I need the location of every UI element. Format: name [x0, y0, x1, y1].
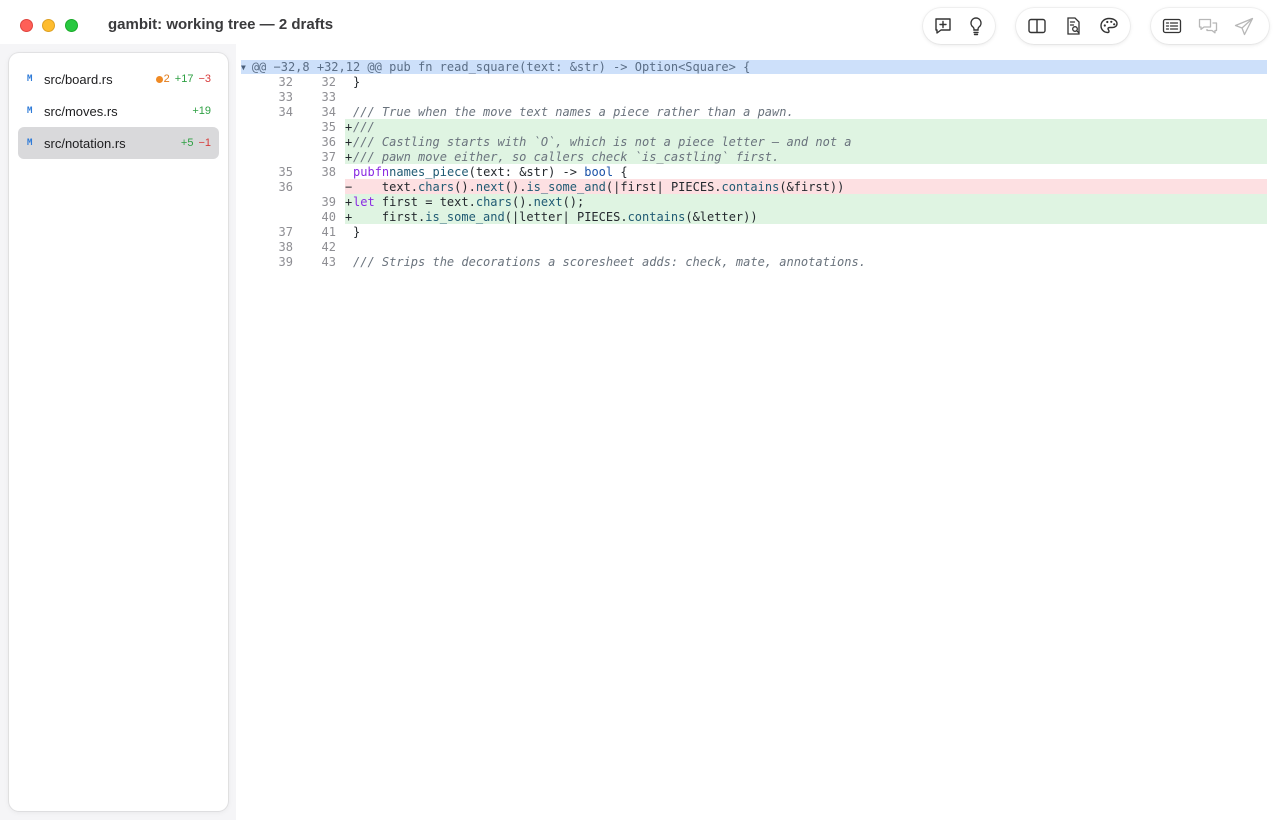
code-text: }: [345, 224, 1267, 239]
new-line-number: 38: [321, 164, 336, 179]
code-text: + first. is_some_and (|letter| PIECES. cont…: [345, 209, 1267, 224]
code-text: +///: [345, 119, 1267, 134]
collapse-triangle-icon[interactable]: ▼: [241, 63, 246, 72]
send-icon[interactable]: [1231, 13, 1257, 39]
diff-line[interactable]: 33 33: [241, 89, 1267, 104]
new-line-number: 39: [321, 194, 336, 209]
modified-badge: M: [27, 74, 33, 84]
diff-line[interactable]: 40 + first. is_some_and (|letter| PIECES. co…: [241, 209, 1267, 224]
diff-marker: [345, 105, 353, 119]
document-search-icon[interactable]: [1060, 13, 1086, 39]
file-stats: +5 −1: [181, 137, 211, 149]
old-line-number: 33: [278, 89, 293, 104]
new-line-number: 42: [321, 239, 336, 254]
toolbar-group-view: [1016, 8, 1130, 44]
new-line-number: 36: [321, 134, 336, 149]
hunk-header[interactable]: ▼ @@ −32,8 +32,12 @@ pub fn read_square(…: [241, 60, 1267, 74]
diff-marker: +: [345, 119, 353, 134]
diff-marker: +: [345, 134, 353, 149]
diff-line[interactable]: 39 + let first = text. chars (). next ();: [241, 194, 1267, 209]
code-text: + let first = text. chars (). next ();: [345, 194, 1267, 209]
window-title: gambit: working tree — 2 drafts: [108, 16, 334, 33]
diff-line[interactable]: 35 +///: [241, 119, 1267, 134]
new-line-number: 35: [321, 119, 336, 134]
file-stats: 2 +17 −3: [155, 73, 211, 85]
code-text: − text. chars (). next (). is_some_and (|first…: [345, 179, 1267, 194]
maximize-window-button[interactable]: [65, 19, 78, 32]
draft-dot-icon: [155, 75, 163, 83]
diff-marker: +: [345, 149, 353, 164]
old-line-number: 35: [278, 164, 293, 179]
lines-removed: −3: [198, 73, 211, 85]
close-window-button[interactable]: [20, 19, 33, 32]
old-line-number: 34: [278, 104, 293, 119]
file-name: src/moves.rs: [44, 103, 118, 119]
diff-lines: 32 32 } 33 33 34 34 /// True when the move t…: [241, 74, 1267, 269]
file-stats: +19: [192, 105, 211, 117]
diff-marker: [345, 225, 353, 239]
code-text: +/// Castling starts with `O`, which is …: [345, 134, 1267, 149]
comment-add-icon[interactable]: [931, 13, 954, 39]
file-item-board[interactable]: M src/board.rs 2 +17 −3: [18, 63, 219, 95]
diff-line[interactable]: 37 +/// pawn move either, so callers chec…: [241, 149, 1267, 164]
file-sidebar: M src/board.rs 2 +17 −3 M src/moves.rs +…: [9, 53, 228, 811]
code-text: +/// pawn move either, so callers check …: [345, 149, 1267, 164]
file-item-moves[interactable]: M src/moves.rs +19: [18, 95, 219, 127]
new-line-number: 33: [321, 89, 336, 104]
old-line-number: 37: [278, 224, 293, 239]
old-line-number: 39: [278, 254, 293, 269]
code-text: [345, 89, 1267, 104]
old-line-number: 32: [278, 74, 293, 89]
new-line-number: 40: [321, 209, 336, 224]
code-text: pub fn names_piece (text: &str) -> bool {: [345, 164, 1267, 179]
diff-line[interactable]: 32 32 }: [241, 74, 1267, 89]
lines-added: +17: [174, 73, 194, 85]
file-item-notation[interactable]: M src/notation.rs +5 −1: [18, 127, 219, 159]
chat-bubbles-icon[interactable]: [1195, 13, 1221, 39]
list-view-icon[interactable]: [1159, 13, 1185, 39]
diff-view: ▼ @@ −32,8 +32,12 @@ pub fn read_square(…: [241, 60, 1267, 269]
modified-badge: M: [27, 138, 33, 148]
diff-marker: [345, 255, 353, 269]
diff-marker: [345, 165, 353, 179]
new-line-number: 34: [321, 104, 336, 119]
old-line-number: 36: [278, 179, 293, 194]
diff-marker: [345, 90, 353, 104]
lines-added: +5: [180, 137, 194, 149]
lines-removed: −1: [198, 137, 211, 149]
diff-line[interactable]: 37 41 }: [241, 224, 1267, 239]
toolbar-group-review: [923, 8, 995, 44]
old-line-number: 38: [278, 239, 293, 254]
file-name: src/board.rs: [44, 71, 113, 87]
diff-line[interactable]: 34 34 /// True when the move text names a…: [241, 104, 1267, 119]
code-text: /// Strips the decorations a scoresheet …: [345, 254, 1267, 269]
code-text: [345, 239, 1267, 254]
diff-marker: [345, 75, 353, 89]
minimize-window-button[interactable]: [42, 19, 55, 32]
diff-marker: [345, 240, 353, 254]
diff-line[interactable]: 39 43 /// Strips the decorations a scores…: [241, 254, 1267, 269]
new-line-number: 37: [321, 149, 336, 164]
diff-marker: +: [345, 209, 353, 224]
code-text: }: [345, 74, 1267, 89]
new-line-number: 43: [321, 254, 336, 269]
lightbulb-icon[interactable]: [964, 13, 987, 39]
diff-line[interactable]: 36 − text. chars (). next (). is_some_and (|fir…: [241, 179, 1267, 194]
diff-line[interactable]: 38 42: [241, 239, 1267, 254]
toolbar-group-submit: [1151, 8, 1269, 44]
diff-line[interactable]: 36 +/// Castling starts with `O`, which i…: [241, 134, 1267, 149]
modified-badge: M: [27, 106, 33, 116]
diff-marker: −: [345, 179, 353, 194]
split-view-icon[interactable]: [1024, 13, 1050, 39]
code-text: /// True when the move text names a piec…: [345, 104, 1267, 119]
diff-marker: +: [345, 194, 353, 209]
draft-count: 2: [155, 73, 170, 85]
lines-added: +19: [192, 105, 211, 117]
new-line-number: 32: [321, 74, 336, 89]
new-line-number: 41: [321, 224, 336, 239]
file-name: src/notation.rs: [44, 135, 126, 151]
diff-line[interactable]: 35 38 pub fn names_piece (text: &str) -> b…: [241, 164, 1267, 179]
palette-icon[interactable]: [1096, 13, 1122, 39]
